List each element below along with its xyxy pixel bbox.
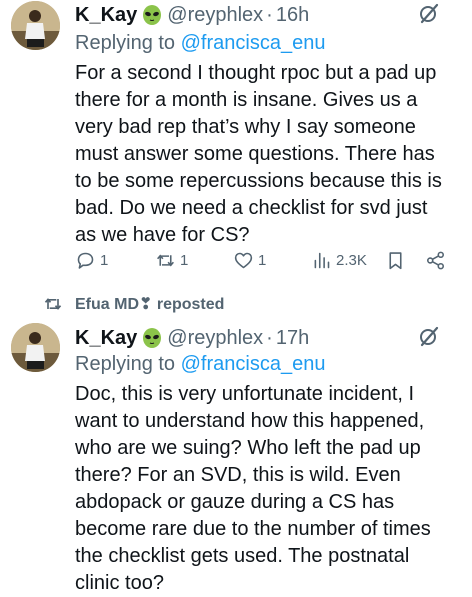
share-button[interactable] bbox=[425, 247, 446, 273]
tweet-card[interactable]: K_Kay @reyphlex · 17h Replying to @franc… bbox=[0, 318, 472, 597]
reposted-by-label[interactable]: Efua MD❣ reposted bbox=[75, 294, 224, 314]
replying-prefix: Replying to bbox=[75, 32, 181, 54]
like-button[interactable]: 1 bbox=[233, 247, 266, 273]
separator-dot: · bbox=[266, 3, 273, 26]
tweet-text-line: bad. Do we need a checklist for svd just bbox=[75, 197, 428, 219]
reply-button[interactable]: 1 bbox=[75, 247, 108, 273]
tweet-text-line: Doc, this is very unfortunate incident, … bbox=[75, 383, 415, 405]
like-count: 1 bbox=[258, 251, 267, 269]
heart-icon bbox=[234, 252, 253, 268]
views-button[interactable]: 2.3K bbox=[311, 247, 367, 273]
avatar[interactable] bbox=[11, 1, 60, 50]
separator-dot: · bbox=[266, 326, 273, 349]
timestamp[interactable]: 17h bbox=[276, 327, 309, 350]
tweet-text-line: as we have for CS? bbox=[75, 224, 250, 246]
alien-icon bbox=[141, 4, 163, 26]
tweet-text-line: want to understand how this happened, bbox=[75, 410, 425, 432]
author-name[interactable]: K_Kay bbox=[75, 327, 137, 350]
tweet-text-line: to be some repercussions because this is bbox=[75, 170, 442, 192]
bookmark-icon bbox=[389, 251, 402, 269]
repost-context: Efua MD❣ reposted bbox=[0, 292, 472, 316]
tweet-card[interactable]: K_Kay @reyphlex · 16h Replying to @franc… bbox=[0, 0, 472, 286]
tweet-text-line: abdopack or gauze during a CS has bbox=[75, 491, 395, 513]
timestamp[interactable]: 16h bbox=[276, 4, 309, 27]
share-icon bbox=[427, 251, 444, 269]
mention-link[interactable]: @francisca_enu bbox=[181, 353, 326, 375]
tweet-text-line: very bad rep that’s why I say someone bbox=[75, 116, 416, 138]
mention-link[interactable]: @francisca_enu bbox=[181, 32, 326, 54]
grok-slash-icon[interactable] bbox=[418, 2, 440, 24]
tweet-text: For a second I thought rpoc but a pad up… bbox=[75, 60, 465, 249]
grok-slash-icon[interactable] bbox=[418, 325, 440, 347]
author-handle[interactable]: @reyphlex bbox=[167, 327, 263, 350]
replying-to-line: Replying to @francisca_enu bbox=[75, 32, 325, 55]
tweet-text-line: become rare due to the number of times bbox=[75, 518, 431, 540]
tweet-text-line: the checklist gets used. The postnatal bbox=[75, 545, 410, 567]
reply-count: 1 bbox=[100, 251, 109, 269]
replying-prefix: Replying to bbox=[75, 353, 181, 375]
tweet-text: Doc, this is very unfortunate incident, … bbox=[75, 381, 465, 597]
tweet-actions: 1 1 1 2.3K bbox=[75, 247, 455, 273]
bookmark-button[interactable] bbox=[385, 247, 406, 273]
tweet-text-line: For a second I thought rpoc but a pad up bbox=[75, 62, 437, 84]
repost-icon bbox=[157, 253, 174, 267]
tweet-text-line: who are we suing? Who left the pad up bbox=[75, 437, 421, 459]
tweet-text-line: there? For an SVD, this is wild. Even bbox=[75, 464, 401, 486]
author-handle[interactable]: @reyphlex bbox=[167, 4, 263, 27]
repost-count: 1 bbox=[180, 251, 189, 269]
views-bar-chart-icon bbox=[314, 252, 330, 268]
replying-to-line: Replying to @francisca_enu bbox=[75, 353, 325, 376]
author-name[interactable]: K_Kay bbox=[75, 4, 137, 27]
tweet-text-line: must answer some questions. There has bbox=[75, 143, 435, 165]
repost-button[interactable]: 1 bbox=[155, 247, 188, 273]
tweet-text-line: there for a month is insane. Gives us a bbox=[75, 89, 418, 111]
repost-icon bbox=[44, 298, 62, 310]
view-count: 2.3K bbox=[336, 251, 367, 269]
tweet-text-line: clinic too? bbox=[75, 572, 164, 594]
tweet-header: K_Kay @reyphlex · 16h bbox=[75, 2, 462, 28]
avatar[interactable] bbox=[11, 323, 60, 372]
alien-icon bbox=[141, 327, 163, 349]
tweet-header: K_Kay @reyphlex · 17h bbox=[75, 325, 462, 351]
reply-bubble-icon bbox=[77, 252, 94, 269]
